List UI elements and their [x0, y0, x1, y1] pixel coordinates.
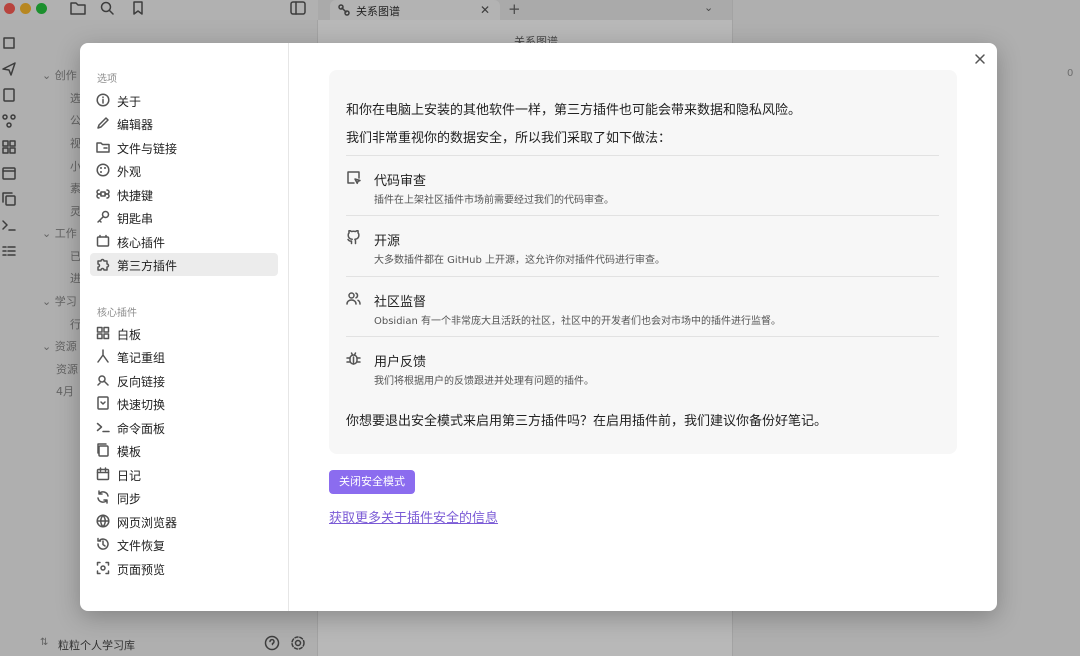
feature-desc: 我们将根据用户的反馈跟进并处理有问题的插件。: [374, 376, 594, 387]
template-icon: [96, 443, 110, 457]
key-icon: [96, 210, 110, 224]
settings-modal: 选项 关于 编辑器 文件与链接 外观 快捷键 钥匙串 核心插件 第三方插件 核心…: [80, 43, 997, 611]
nav-item-about[interactable]: 关于: [90, 89, 278, 112]
nav-item-files-links[interactable]: 文件与链接: [90, 136, 278, 159]
puzzle-icon: [96, 257, 110, 271]
nav-item-note-composer[interactable]: 笔记重组: [90, 345, 278, 368]
feature-title: 开源: [374, 234, 401, 249]
nav-item-templates[interactable]: 模板: [90, 439, 278, 462]
feature-title: 社区监督: [374, 295, 427, 310]
history-icon: [96, 537, 110, 551]
divider: [346, 215, 939, 216]
nav-item-backlinks[interactable]: 反向链接: [90, 369, 278, 392]
file-switch-icon: [96, 396, 110, 410]
canvas-icon: [96, 326, 110, 340]
nav-heading-core: 核心插件: [97, 308, 137, 319]
globe-icon: [96, 514, 110, 528]
pencil-icon: [96, 116, 110, 130]
command-key-icon: [96, 187, 110, 201]
nav-item-file-recovery[interactable]: 文件恢复: [90, 533, 278, 556]
settings-nav: 选项 关于 编辑器 文件与链接 外观 快捷键 钥匙串 核心插件 第三方插件 核心…: [80, 43, 289, 611]
nav-item-community-plugins[interactable]: 第三方插件: [90, 253, 278, 276]
feature-desc: 插件在上架社区插件市场前需要经过我们的代码审查。: [374, 195, 614, 206]
nav-item-command-palette[interactable]: 命令面板: [90, 416, 278, 439]
nav-item-quick-switcher[interactable]: 快速切换: [90, 392, 278, 415]
github-icon: [346, 230, 361, 245]
feature-title: 用户反馈: [374, 355, 427, 370]
confirm-question: 你想要退出安全模式来启用第三方插件吗？在启用插件前，我们建议你备份好笔记。: [346, 414, 828, 429]
nav-item-appearance[interactable]: 外观: [90, 159, 278, 182]
divider: [346, 276, 939, 277]
plugin-security-link[interactable]: 获取更多关于插件安全的信息: [329, 507, 498, 526]
plugin-box-icon: [96, 234, 110, 248]
folder-link-icon: [96, 140, 110, 154]
disable-safe-mode-button[interactable]: 关闭安全模式: [329, 470, 415, 494]
feature-desc: 大多数插件都在 GitHub 上开源，这允许你对插件代码进行审查。: [374, 255, 666, 266]
nav-item-daily-notes[interactable]: 日记: [90, 463, 278, 486]
nav-item-canvas[interactable]: 白板: [90, 322, 278, 345]
measures-intro-text: 我们非常重视你的数据安全，所以我们采取了如下做法：: [346, 131, 672, 146]
code-review-icon: [346, 170, 361, 185]
backlink-icon: [96, 373, 110, 387]
info-circle-icon: [96, 93, 110, 107]
sync-icon: [96, 490, 110, 504]
nav-item-editor[interactable]: 编辑器: [90, 112, 278, 135]
terminal-icon: [96, 420, 110, 434]
bug-icon: [346, 351, 361, 366]
users-icon: [346, 291, 361, 306]
nav-heading-options: 选项: [97, 74, 117, 85]
preview-icon: [96, 561, 110, 575]
nav-item-hotkeys[interactable]: 快捷键: [90, 183, 278, 206]
settings-content: 和你在电脑上安装的其他软件一样，第三方插件也可能会带来数据和隐私风险。 我们非常…: [289, 43, 997, 611]
nav-item-web-viewer[interactable]: 网页浏览器: [90, 510, 278, 533]
palette-icon: [96, 163, 110, 177]
intro-text: 和你在电脑上安装的其他软件一样，第三方插件也可能会带来数据和隐私风险。: [346, 103, 802, 118]
calendar-icon: [96, 467, 110, 481]
divider: [346, 336, 939, 337]
divider: [346, 155, 939, 156]
nav-item-core-plugins[interactable]: 核心插件: [90, 230, 278, 253]
nav-item-page-preview[interactable]: 页面预览: [90, 557, 278, 580]
nav-item-sync[interactable]: 同步: [90, 486, 278, 509]
feature-title: 代码审查: [374, 174, 427, 189]
safety-info-panel: 和你在电脑上安装的其他软件一样，第三方插件也可能会带来数据和隐私风险。 我们非常…: [329, 70, 957, 454]
feature-desc: Obsidian 有一个非常庞大且活跃的社区，社区中的开发者们也会对市场中的插件…: [374, 316, 781, 327]
merge-icon: [96, 349, 110, 363]
nav-item-keychain[interactable]: 钥匙串: [90, 206, 278, 229]
